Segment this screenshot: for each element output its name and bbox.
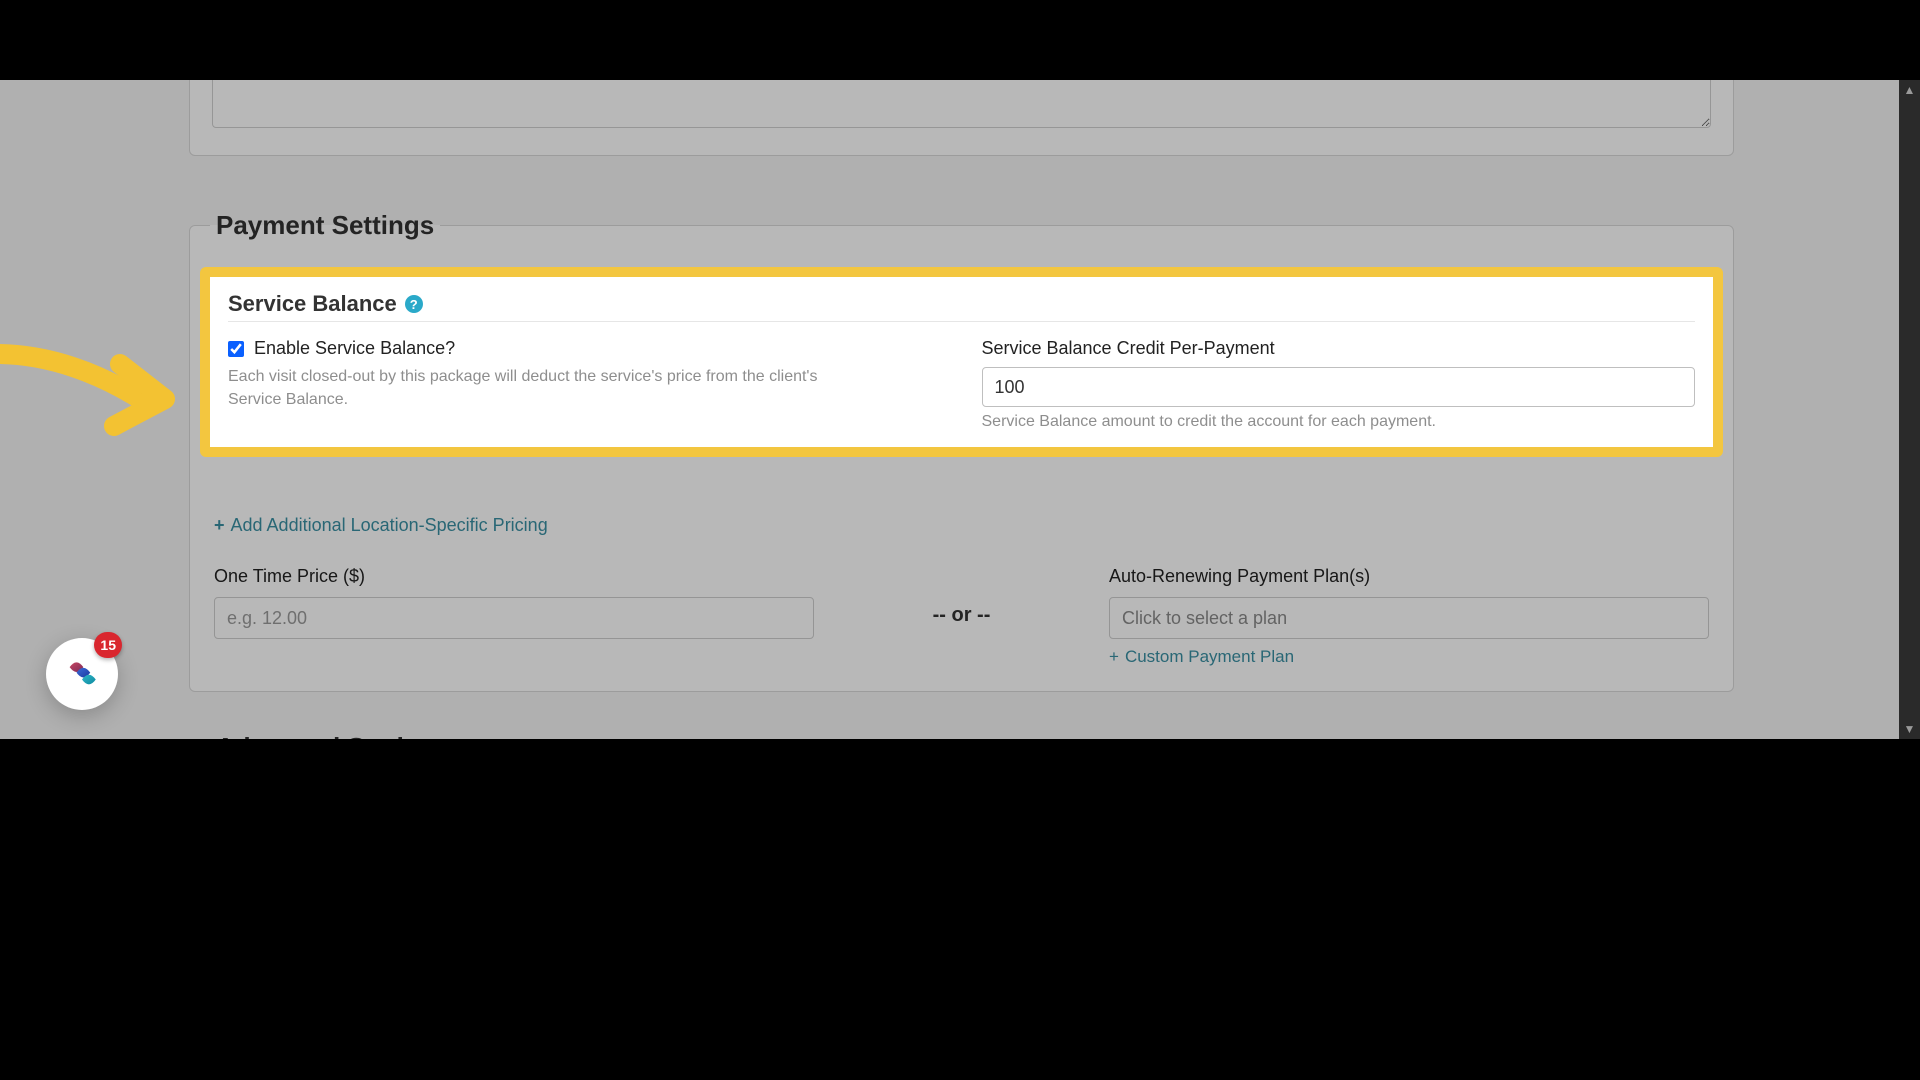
enable-service-balance-label[interactable]: Enable Service Balance? — [228, 338, 942, 359]
service-balance-title: Service Balance — [228, 291, 397, 317]
one-time-price-input[interactable] — [214, 597, 814, 639]
help-icon[interactable]: ? — [405, 295, 423, 313]
page-viewport: Payment Settings Service Balance ? Enabl… — [0, 80, 1920, 739]
help-widget-badge: 15 — [94, 632, 122, 658]
vertical-scrollbar[interactable]: ▲ ▼ — [1899, 80, 1920, 739]
credit-per-payment-help: Service Balance amount to credit the acc… — [982, 413, 1696, 431]
payment-settings-legend: Payment Settings — [210, 210, 440, 241]
help-widget-button[interactable]: 15 — [46, 638, 118, 710]
plus-icon: + — [214, 515, 225, 536]
letterbox-bottom — [0, 739, 1920, 1080]
custom-payment-plan-link[interactable]: + Custom Payment Plan — [1109, 647, 1294, 667]
advanced-settings-legend: Advanced Settings — [210, 732, 456, 739]
arrow-annotation-icon — [0, 344, 200, 484]
enable-service-balance-checkbox[interactable] — [228, 341, 244, 357]
auto-plan-select[interactable]: Click to select a plan — [1109, 597, 1709, 639]
scroll-up-icon[interactable]: ▲ — [1899, 80, 1920, 100]
one-time-price-label: One Time Price ($) — [214, 566, 814, 587]
scroll-down-icon[interactable]: ▼ — [1899, 719, 1920, 739]
plus-icon: + — [1109, 647, 1119, 667]
credit-per-payment-input[interactable] — [982, 367, 1696, 407]
auto-plan-label: Auto-Renewing Payment Plan(s) — [1109, 566, 1709, 587]
add-location-pricing-text: Add Additional Location-Specific Pricing — [231, 515, 548, 536]
service-balance-card: Service Balance ? Enable Service Balance… — [200, 267, 1723, 457]
or-separator: -- or -- — [814, 566, 1109, 627]
auto-plan-placeholder: Click to select a plan — [1122, 608, 1287, 629]
add-location-pricing-link[interactable]: + Add Additional Location-Specific Prici… — [214, 515, 548, 536]
help-widget-icon — [60, 652, 104, 696]
custom-payment-plan-text: Custom Payment Plan — [1125, 647, 1294, 667]
advanced-settings-section: Advanced Settings Expires in how many da… — [189, 732, 1734, 739]
letterbox-top — [0, 0, 1920, 80]
enable-service-balance-text: Enable Service Balance? — [254, 338, 455, 359]
credit-per-payment-label: Service Balance Credit Per-Payment — [982, 338, 1696, 359]
payment-settings-section: Payment Settings Service Balance ? Enabl… — [189, 210, 1734, 692]
enable-service-balance-help: Each visit closed-out by this package wi… — [228, 365, 868, 411]
